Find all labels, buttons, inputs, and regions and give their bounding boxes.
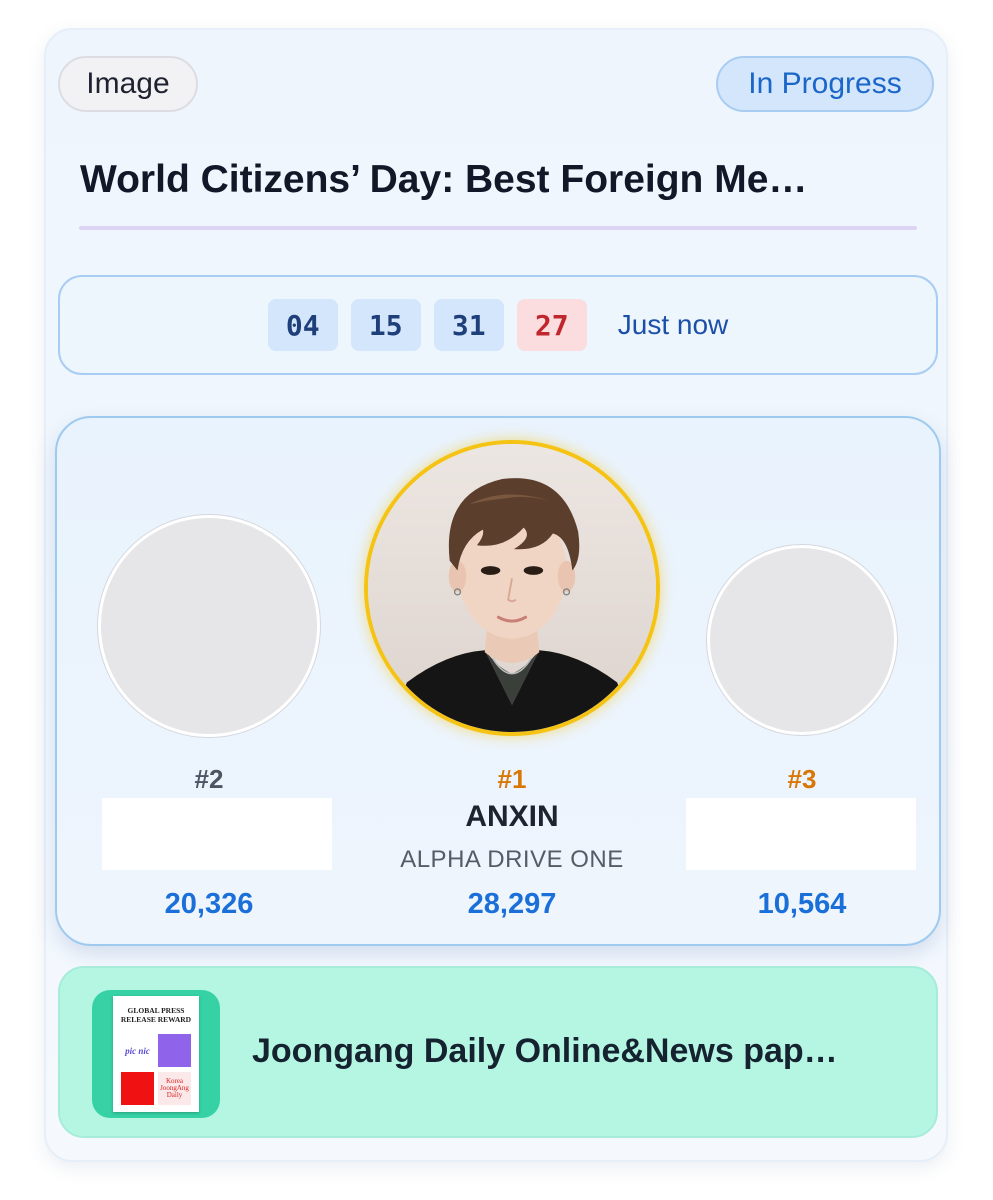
timer-seconds: 27 — [516, 299, 587, 351]
rank-1-avatar[interactable] — [364, 440, 660, 736]
timer-minutes: 31 — [433, 299, 504, 351]
timer-hours: 15 — [350, 299, 421, 351]
rank-1-group: ALPHA DRIVE ONE — [400, 846, 624, 873]
rank-1-portrait-image — [368, 444, 656, 732]
rank-2-name-placeholder — [102, 798, 332, 870]
rank-3-label: #3 — [787, 764, 817, 794]
rank-1-label: #1 — [497, 764, 527, 794]
reward-thumb-heading: GLOBAL PRESS RELEASE REWARD — [120, 1006, 192, 1024]
rank-3-avatar[interactable] — [707, 545, 897, 735]
type-badge: Image — [58, 56, 198, 112]
purple-tile — [158, 1034, 191, 1067]
vote-title[interactable]: World Citizens’ Day: Best Foreign Me… — [80, 158, 920, 218]
countdown-timer: 04 15 31 27 Just now — [58, 275, 938, 375]
rank-1-votes: 28,297 — [467, 888, 557, 920]
rank-2-votes: 20,326 — [164, 888, 254, 920]
reward-banner[interactable]: GLOBAL PRESS RELEASE REWARD pic nic Kore… — [58, 966, 938, 1138]
status-badge: In Progress — [716, 56, 934, 112]
last-updated-label: Just now — [617, 309, 729, 340]
rank-2-label: #2 — [194, 764, 224, 794]
rank-3-votes: 10,564 — [757, 888, 847, 920]
title-divider — [79, 226, 917, 230]
red-tile — [121, 1072, 154, 1105]
ranking-podium: #2 #1 #3 ANXIN ALPHA DRIVE ONE 20,326 28… — [55, 416, 941, 946]
timer-days: 04 — [267, 299, 338, 351]
picnic-logo: pic nic — [121, 1034, 154, 1067]
vote-card[interactable]: Image In Progress World Citizens’ Day: B… — [44, 28, 948, 1162]
newspaper-image: GLOBAL PRESS RELEASE REWARD pic nic Kore… — [113, 996, 199, 1112]
rank-3-name-placeholder — [686, 798, 916, 870]
joongang-logo: Korea JoongAng Daily — [158, 1072, 191, 1105]
rank-2-avatar[interactable] — [98, 515, 320, 737]
rank-1-name: ANXIN — [465, 800, 559, 833]
reward-title: Joongang Daily Online&News pap… — [252, 1032, 838, 1070]
reward-thumbnail: GLOBAL PRESS RELEASE REWARD pic nic Kore… — [92, 990, 220, 1118]
